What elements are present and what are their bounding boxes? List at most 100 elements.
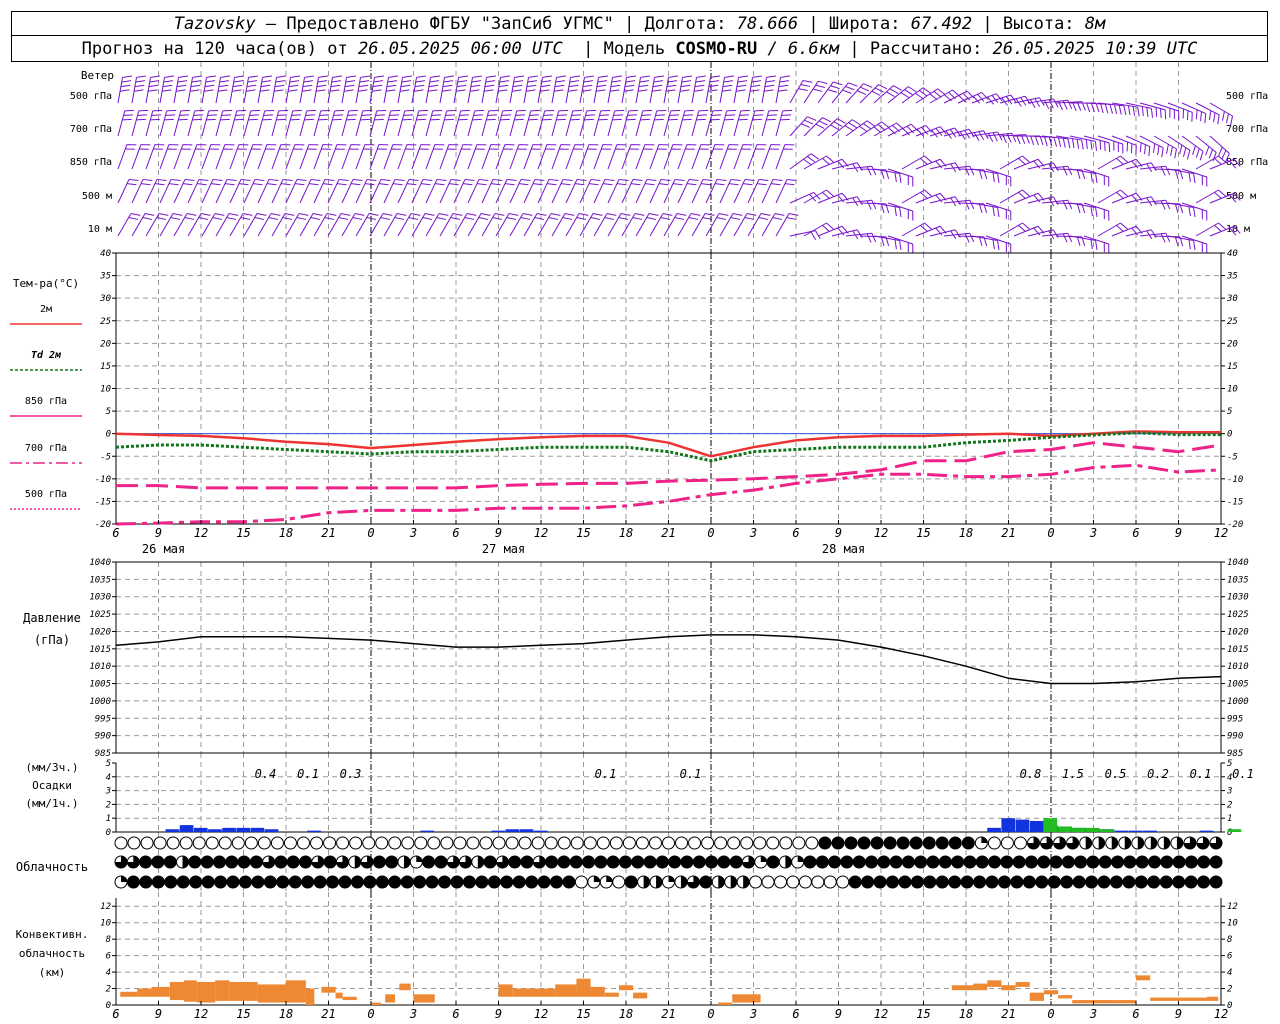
convective-bar <box>555 984 577 997</box>
cloud-circle <box>606 855 620 869</box>
wind-barb-flag <box>920 191 928 200</box>
temperature-xtick-label: 21 <box>1001 526 1015 540</box>
wind-barb-flag <box>1095 240 1098 250</box>
wind-barb-flag <box>150 118 160 121</box>
cloud-symbol <box>1074 855 1088 869</box>
wind-barb-staff <box>187 213 202 237</box>
cloud-circle <box>326 875 340 889</box>
cloud-half <box>718 876 725 888</box>
wind-barb-staff <box>243 144 254 170</box>
wind-barb-staff <box>537 77 544 104</box>
cloud-circle <box>1086 855 1100 869</box>
cloud-symbol <box>126 875 140 889</box>
wind-barb-flag <box>220 118 230 121</box>
wind-barb-flag <box>344 89 354 92</box>
temperature-xtick-label: 6 <box>1132 526 1139 540</box>
wind-barb-flag <box>184 217 195 220</box>
wind-barb-flag <box>886 91 895 97</box>
temperature-tick-label-left: 35 <box>99 272 111 282</box>
wind-barb-staff <box>859 84 879 104</box>
precip-tick-label-left: 3 <box>105 787 111 797</box>
wind-barb-staff <box>201 213 216 237</box>
cloud-circle <box>462 875 476 889</box>
cloud-symbol <box>360 855 374 869</box>
wind-barb-flag <box>1218 155 1226 163</box>
wind-barb-flag <box>924 189 932 197</box>
cloud-symbol <box>1109 875 1123 889</box>
wind-barb-flag <box>137 114 148 116</box>
wind-barb-flag <box>656 109 667 112</box>
wind-barb-flag <box>600 109 611 112</box>
cloud-circle <box>740 836 754 850</box>
wind-barb-staff <box>369 144 380 170</box>
cloud-symbol <box>434 855 448 869</box>
wind-barb-flag <box>520 178 531 182</box>
cloud-symbol <box>425 875 439 889</box>
wind-barb-staff <box>859 202 887 205</box>
wind-barb-flag <box>822 224 830 233</box>
cloud-symbol <box>257 836 271 850</box>
cloud-symbol <box>200 855 214 869</box>
precip-tick-label-left: 4 <box>106 773 111 783</box>
precip-bar-3h <box>987 827 1001 832</box>
wind-barb-staff <box>509 179 522 204</box>
wind-barb-staff <box>285 77 292 104</box>
convective-xtick-label: 6 <box>792 1007 799 1021</box>
wind-barb-flag <box>807 116 817 121</box>
wind-barb-flag <box>124 109 135 112</box>
cloud-symbol <box>1197 875 1211 889</box>
wind-barb-staff <box>271 110 280 137</box>
convective-bar <box>120 991 138 997</box>
cloud-circle <box>705 855 719 869</box>
cloud-circle <box>1172 855 1186 869</box>
cloud-symbol <box>848 875 862 889</box>
cloud-symbol <box>1172 855 1186 869</box>
cloud-circle <box>1000 836 1014 850</box>
precip-tick-label-left: 5 <box>106 759 111 769</box>
precip-unit-1h: (мм/1ч.) <box>26 797 79 810</box>
wind-barb-flag <box>542 118 552 121</box>
cloud-symbol <box>961 836 975 850</box>
wind-barb-flag <box>487 114 498 116</box>
wind-barb-flag <box>624 84 635 88</box>
wind-barb-flag <box>556 118 566 121</box>
wind-barb-flag <box>653 80 664 83</box>
cloud-circle <box>1013 836 1027 850</box>
wind-barb-flag <box>724 118 734 121</box>
wind-barb-staff <box>579 179 592 204</box>
cloud-symbol <box>422 855 436 869</box>
wind-barb-staff <box>187 77 194 104</box>
cloud-circle <box>438 875 452 889</box>
cloud-circle <box>975 855 989 869</box>
wind-barb-flag <box>848 122 857 129</box>
cloud-symbol <box>599 875 613 889</box>
wind-barb-staff <box>663 213 678 237</box>
wind-barb-staff <box>411 77 418 104</box>
wind-barb <box>831 82 858 104</box>
wind-barb-flag <box>618 217 629 220</box>
convective-xtick-label: 12 <box>1214 1007 1228 1021</box>
wind-barb <box>537 75 552 104</box>
cloud-symbol <box>594 855 608 869</box>
cloud-symbol <box>313 875 327 889</box>
wind-barb-staff <box>131 179 144 204</box>
wind-barb-flag <box>178 118 188 121</box>
wind-barb-staff <box>355 144 366 170</box>
convective-bar <box>1001 985 1016 991</box>
wind-barb-staff <box>341 144 352 170</box>
wind-barb-staff <box>159 213 174 237</box>
temperature-legend-label-4: 500 гПа <box>25 489 67 500</box>
cloud-symbol <box>1072 875 1086 889</box>
convective-xtick-label: 9 <box>835 1007 842 1021</box>
wind-barb-flag <box>676 212 687 216</box>
cloud-circle <box>1111 855 1125 869</box>
wind-barb <box>453 178 475 204</box>
wind-barb-staff <box>467 144 478 170</box>
convective-tick-label-right: 2 <box>1227 985 1232 995</box>
convective-title-1: Конвективн. <box>16 928 89 941</box>
cloud-symbol <box>438 875 452 889</box>
cloud-symbol <box>857 836 871 850</box>
temperature-xtick-label: 6 <box>112 526 119 540</box>
temperature-xtick-label: 21 <box>661 526 675 540</box>
wind-barb-staff <box>705 213 720 237</box>
